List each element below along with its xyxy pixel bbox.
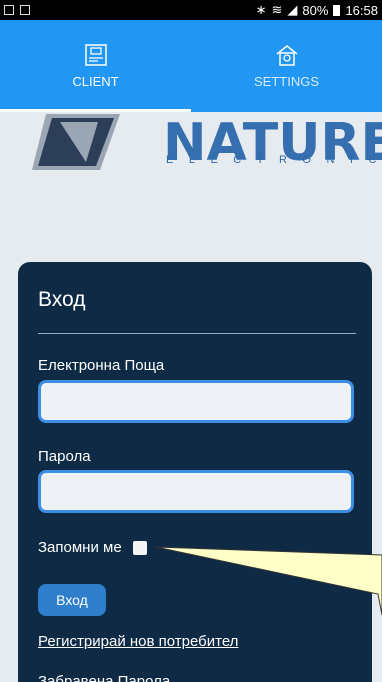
login-title: Вход xyxy=(38,288,86,311)
tab-client[interactable]: CLIENT xyxy=(0,20,191,112)
login-button[interactable]: Вход xyxy=(38,584,106,616)
battery-percent: 80% xyxy=(302,2,329,18)
device-icon xyxy=(84,44,107,66)
client-page: NATURELA ELECTRONICS Вход Електронна Пощ… xyxy=(0,112,382,682)
status-right: ∗ ≋ ◢ 80% 16:58 xyxy=(256,2,378,18)
register-link[interactable]: Регистрирай нов потребител xyxy=(38,633,238,650)
wifi-icon: ≋ xyxy=(271,2,283,17)
battery-icon xyxy=(333,4,341,16)
remember-checkbox[interactable] xyxy=(133,541,147,555)
signal-icon: ◢ xyxy=(287,2,298,17)
naturela-logo: NATURELA ELECTRONICS xyxy=(28,112,382,182)
email-label: Електронна Поща xyxy=(38,357,165,374)
login-card: Вход Електронна Поща Парола Запомни ме В… xyxy=(18,262,372,682)
tab-client-label: CLIENT xyxy=(72,74,119,89)
title-divider xyxy=(38,333,356,334)
tab-settings[interactable]: SETTINGS xyxy=(191,20,382,112)
tab-settings-label: SETTINGS xyxy=(253,74,319,89)
password-field[interactable] xyxy=(38,470,354,513)
tab-bar: CLIENT SETTINGS xyxy=(0,20,382,112)
home-settings-icon xyxy=(276,45,297,66)
logo-subtitle: ELECTRONICS xyxy=(166,154,382,166)
status-left-icons xyxy=(4,5,30,15)
notification-icon xyxy=(4,5,14,15)
bluetooth-icon: ∗ xyxy=(255,2,267,17)
forgot-password-link[interactable]: Забравена Парола xyxy=(38,673,170,682)
logo-mark-icon xyxy=(32,114,120,170)
clock: 16:58 xyxy=(345,2,378,18)
screenshot-icon xyxy=(20,5,30,15)
remember-label: Запомни ме xyxy=(38,539,122,556)
password-label: Парола xyxy=(38,448,91,465)
status-bar: ∗ ≋ ◢ 80% 16:58 xyxy=(0,0,382,20)
email-field[interactable] xyxy=(38,380,354,423)
